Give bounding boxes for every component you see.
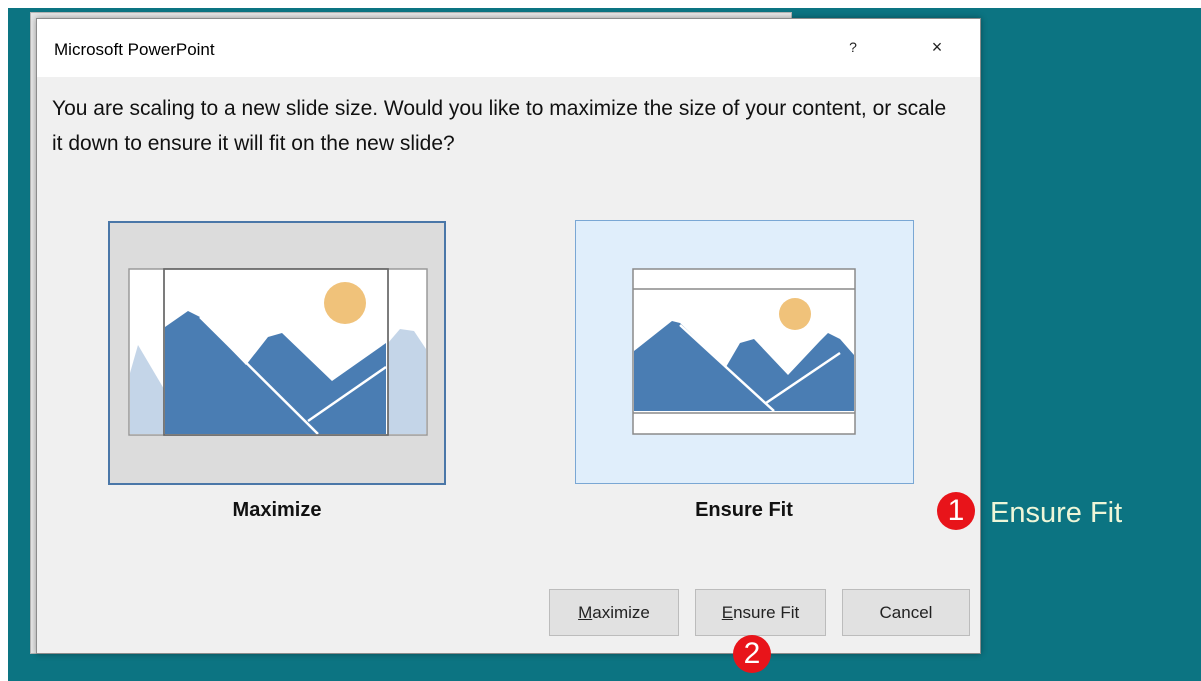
help-button[interactable]: ?	[837, 31, 869, 63]
cancel-button[interactable]: Cancel	[842, 589, 970, 636]
ensure-fit-option[interactable]	[575, 220, 914, 484]
ensure-fit-button-label: nsure Fit	[733, 603, 800, 622]
dialog-message: You are scaling to a new slide size. Wou…	[52, 97, 947, 155]
maximize-accelerator: M	[578, 603, 593, 622]
close-button[interactable]: ×	[921, 31, 953, 63]
dialog-titlebar: Microsoft PowerPoint ? ×	[37, 19, 980, 77]
ensure-fit-button[interactable]: Ensure Fit	[695, 589, 826, 636]
step-2-marker: 2	[733, 635, 771, 673]
maximize-option-label: Maximize	[232, 499, 322, 521]
ensure-fit-option-label: Ensure Fit	[695, 499, 793, 521]
ensure-fit-accelerator: E	[721, 603, 734, 622]
step-1-annotation: Ensure Fit	[990, 497, 1123, 529]
maximize-option[interactable]	[108, 221, 446, 485]
dialog-title: Microsoft PowerPoint	[54, 40, 215, 59]
ensure-fit-illustration-icon	[632, 268, 856, 435]
step-1-marker: 1	[937, 492, 975, 530]
maximize-button[interactable]: Maximize	[549, 589, 679, 636]
maximize-button-label: aximize	[592, 603, 650, 622]
maximize-illustration-icon	[128, 268, 428, 436]
scaling-dialog: Microsoft PowerPoint ? × You are scaling…	[36, 18, 981, 654]
